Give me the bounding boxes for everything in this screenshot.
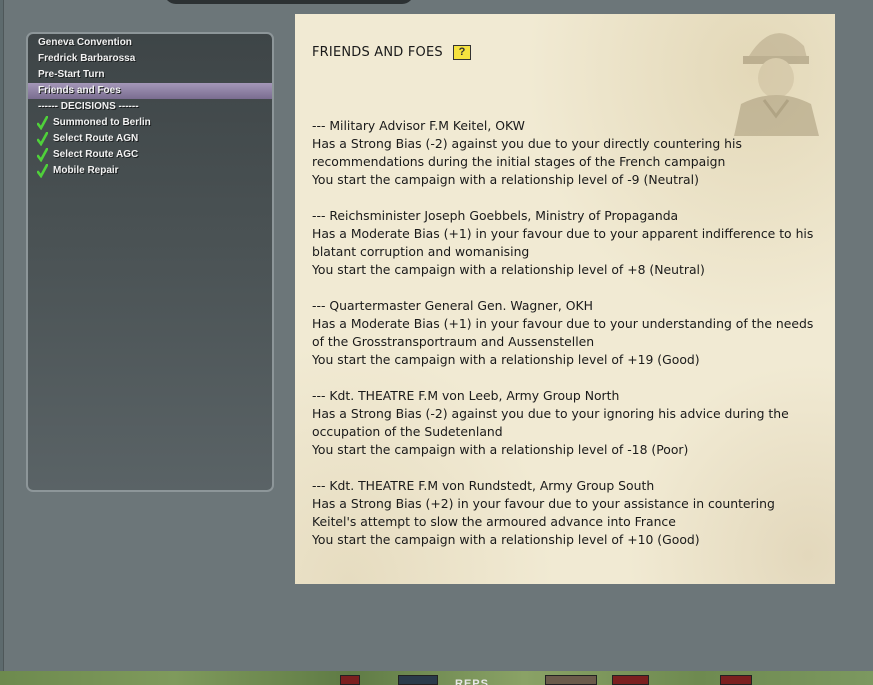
decisions-header: ------ DECISIONS ------ bbox=[28, 99, 272, 115]
entry-line: blatant corruption and womanising bbox=[312, 244, 530, 259]
entry-line: You start the campaign with a relationsh… bbox=[312, 262, 705, 277]
checkmark-icon bbox=[37, 116, 48, 130]
entry-heading: --- Military Advisor F.M Keitel, OKW bbox=[312, 118, 525, 133]
checkmark-icon bbox=[37, 148, 48, 162]
entry-heading: --- Reichsminister Joseph Goebbels, Mini… bbox=[312, 208, 679, 223]
bottom-bar-label: REPS bbox=[455, 678, 489, 685]
sidebar-item-pre-start-turn[interactable]: Pre-Start Turn bbox=[28, 67, 272, 83]
map-strip[interactable] bbox=[0, 671, 873, 685]
list-item: --- Kdt. THEATRE F.M von Rundstedt, Army… bbox=[312, 477, 822, 549]
unit-counter[interactable] bbox=[720, 675, 752, 685]
entry-heading: --- Kdt. THEATRE F.M von Leeb, Army Grou… bbox=[312, 388, 620, 403]
entry-line: of the Grosstransportraum and Aussenstel… bbox=[312, 334, 595, 349]
event-detail-panel: FRIENDS AND FOES ? --- Military Advisor … bbox=[295, 14, 835, 584]
sidebar-item-select-route-agn[interactable]: Select Route AGN bbox=[28, 131, 272, 147]
entry-line: Keitel's attempt to slow the armoured ad… bbox=[312, 514, 676, 529]
entry-line: Has a Moderate Bias (+1) in your favour … bbox=[312, 316, 814, 331]
entry-line: You start the campaign with a relationsh… bbox=[312, 352, 700, 367]
sidebar-item-select-route-agc[interactable]: Select Route AGC bbox=[28, 147, 272, 163]
entry-line: Has a Moderate Bias (+1) in your favour … bbox=[312, 226, 814, 241]
sidebar-item-label: Pre-Start Turn bbox=[38, 69, 105, 80]
top-tab-edge bbox=[164, 0, 414, 4]
sidebar-item-mobile-repair[interactable]: Mobile Repair bbox=[28, 163, 272, 179]
list-item: --- Reichsminister Joseph Goebbels, Mini… bbox=[312, 207, 822, 279]
page-title: FRIENDS AND FOES bbox=[312, 45, 443, 60]
relationships-list: --- Military Advisor F.M Keitel, OKW Has… bbox=[312, 117, 822, 567]
list-item: --- Quartermaster General Gen. Wagner, O… bbox=[312, 297, 822, 369]
entry-line: Has a Strong Bias (-2) against you due t… bbox=[312, 136, 742, 151]
unit-counter[interactable] bbox=[398, 675, 438, 685]
checkmark-icon bbox=[37, 164, 48, 178]
sidebar-item-label: Summoned to Berlin bbox=[53, 117, 151, 128]
sidebar-item-geneva-convention[interactable]: Geneva Convention bbox=[28, 35, 272, 51]
sidebar-item-label: Fredrick Barbarossa bbox=[38, 53, 136, 64]
unit-counter[interactable] bbox=[612, 675, 649, 685]
sidebar-item-label: Geneva Convention bbox=[38, 37, 132, 48]
entry-heading: --- Quartermaster General Gen. Wagner, O… bbox=[312, 298, 593, 313]
sidebar-item-label: Mobile Repair bbox=[53, 165, 119, 176]
sidebar-item-label: Select Route AGC bbox=[53, 149, 139, 160]
entry-line: You start the campaign with a relationsh… bbox=[312, 172, 699, 187]
entry-line: occupation of the Sudetenland bbox=[312, 424, 503, 439]
sidebar-item-label: Select Route AGN bbox=[53, 133, 139, 144]
sidebar-header-label: ------ DECISIONS ------ bbox=[38, 101, 139, 112]
unit-counter[interactable] bbox=[340, 675, 360, 685]
help-button[interactable]: ? bbox=[453, 45, 471, 60]
entry-line: recommendations during the initial stage… bbox=[312, 154, 726, 169]
entry-line: Has a Strong Bias (+2) in your favour du… bbox=[312, 496, 775, 511]
entry-line: You start the campaign with a relationsh… bbox=[312, 442, 689, 457]
sidebar-item-friends-and-foes[interactable]: Friends and Foes bbox=[28, 83, 272, 99]
sidebar-item-summoned-to-berlin[interactable]: Summoned to Berlin bbox=[28, 115, 272, 131]
sidebar-item-label: Friends and Foes bbox=[38, 85, 121, 96]
checkmark-icon bbox=[37, 132, 48, 146]
sidebar-item-fredrick-barbarossa[interactable]: Fredrick Barbarossa bbox=[28, 51, 272, 67]
entry-line: Has a Strong Bias (-2) against you due t… bbox=[312, 406, 789, 421]
entry-heading: --- Kdt. THEATRE F.M von Rundstedt, Army… bbox=[312, 478, 655, 493]
list-item: --- Military Advisor F.M Keitel, OKW Has… bbox=[312, 117, 822, 189]
entry-line: You start the campaign with a relationsh… bbox=[312, 532, 700, 547]
event-sidebar: Geneva Convention Fredrick Barbarossa Pr… bbox=[26, 32, 274, 492]
list-item: --- Kdt. THEATRE F.M von Leeb, Army Grou… bbox=[312, 387, 822, 459]
unit-counter[interactable] bbox=[545, 675, 597, 685]
